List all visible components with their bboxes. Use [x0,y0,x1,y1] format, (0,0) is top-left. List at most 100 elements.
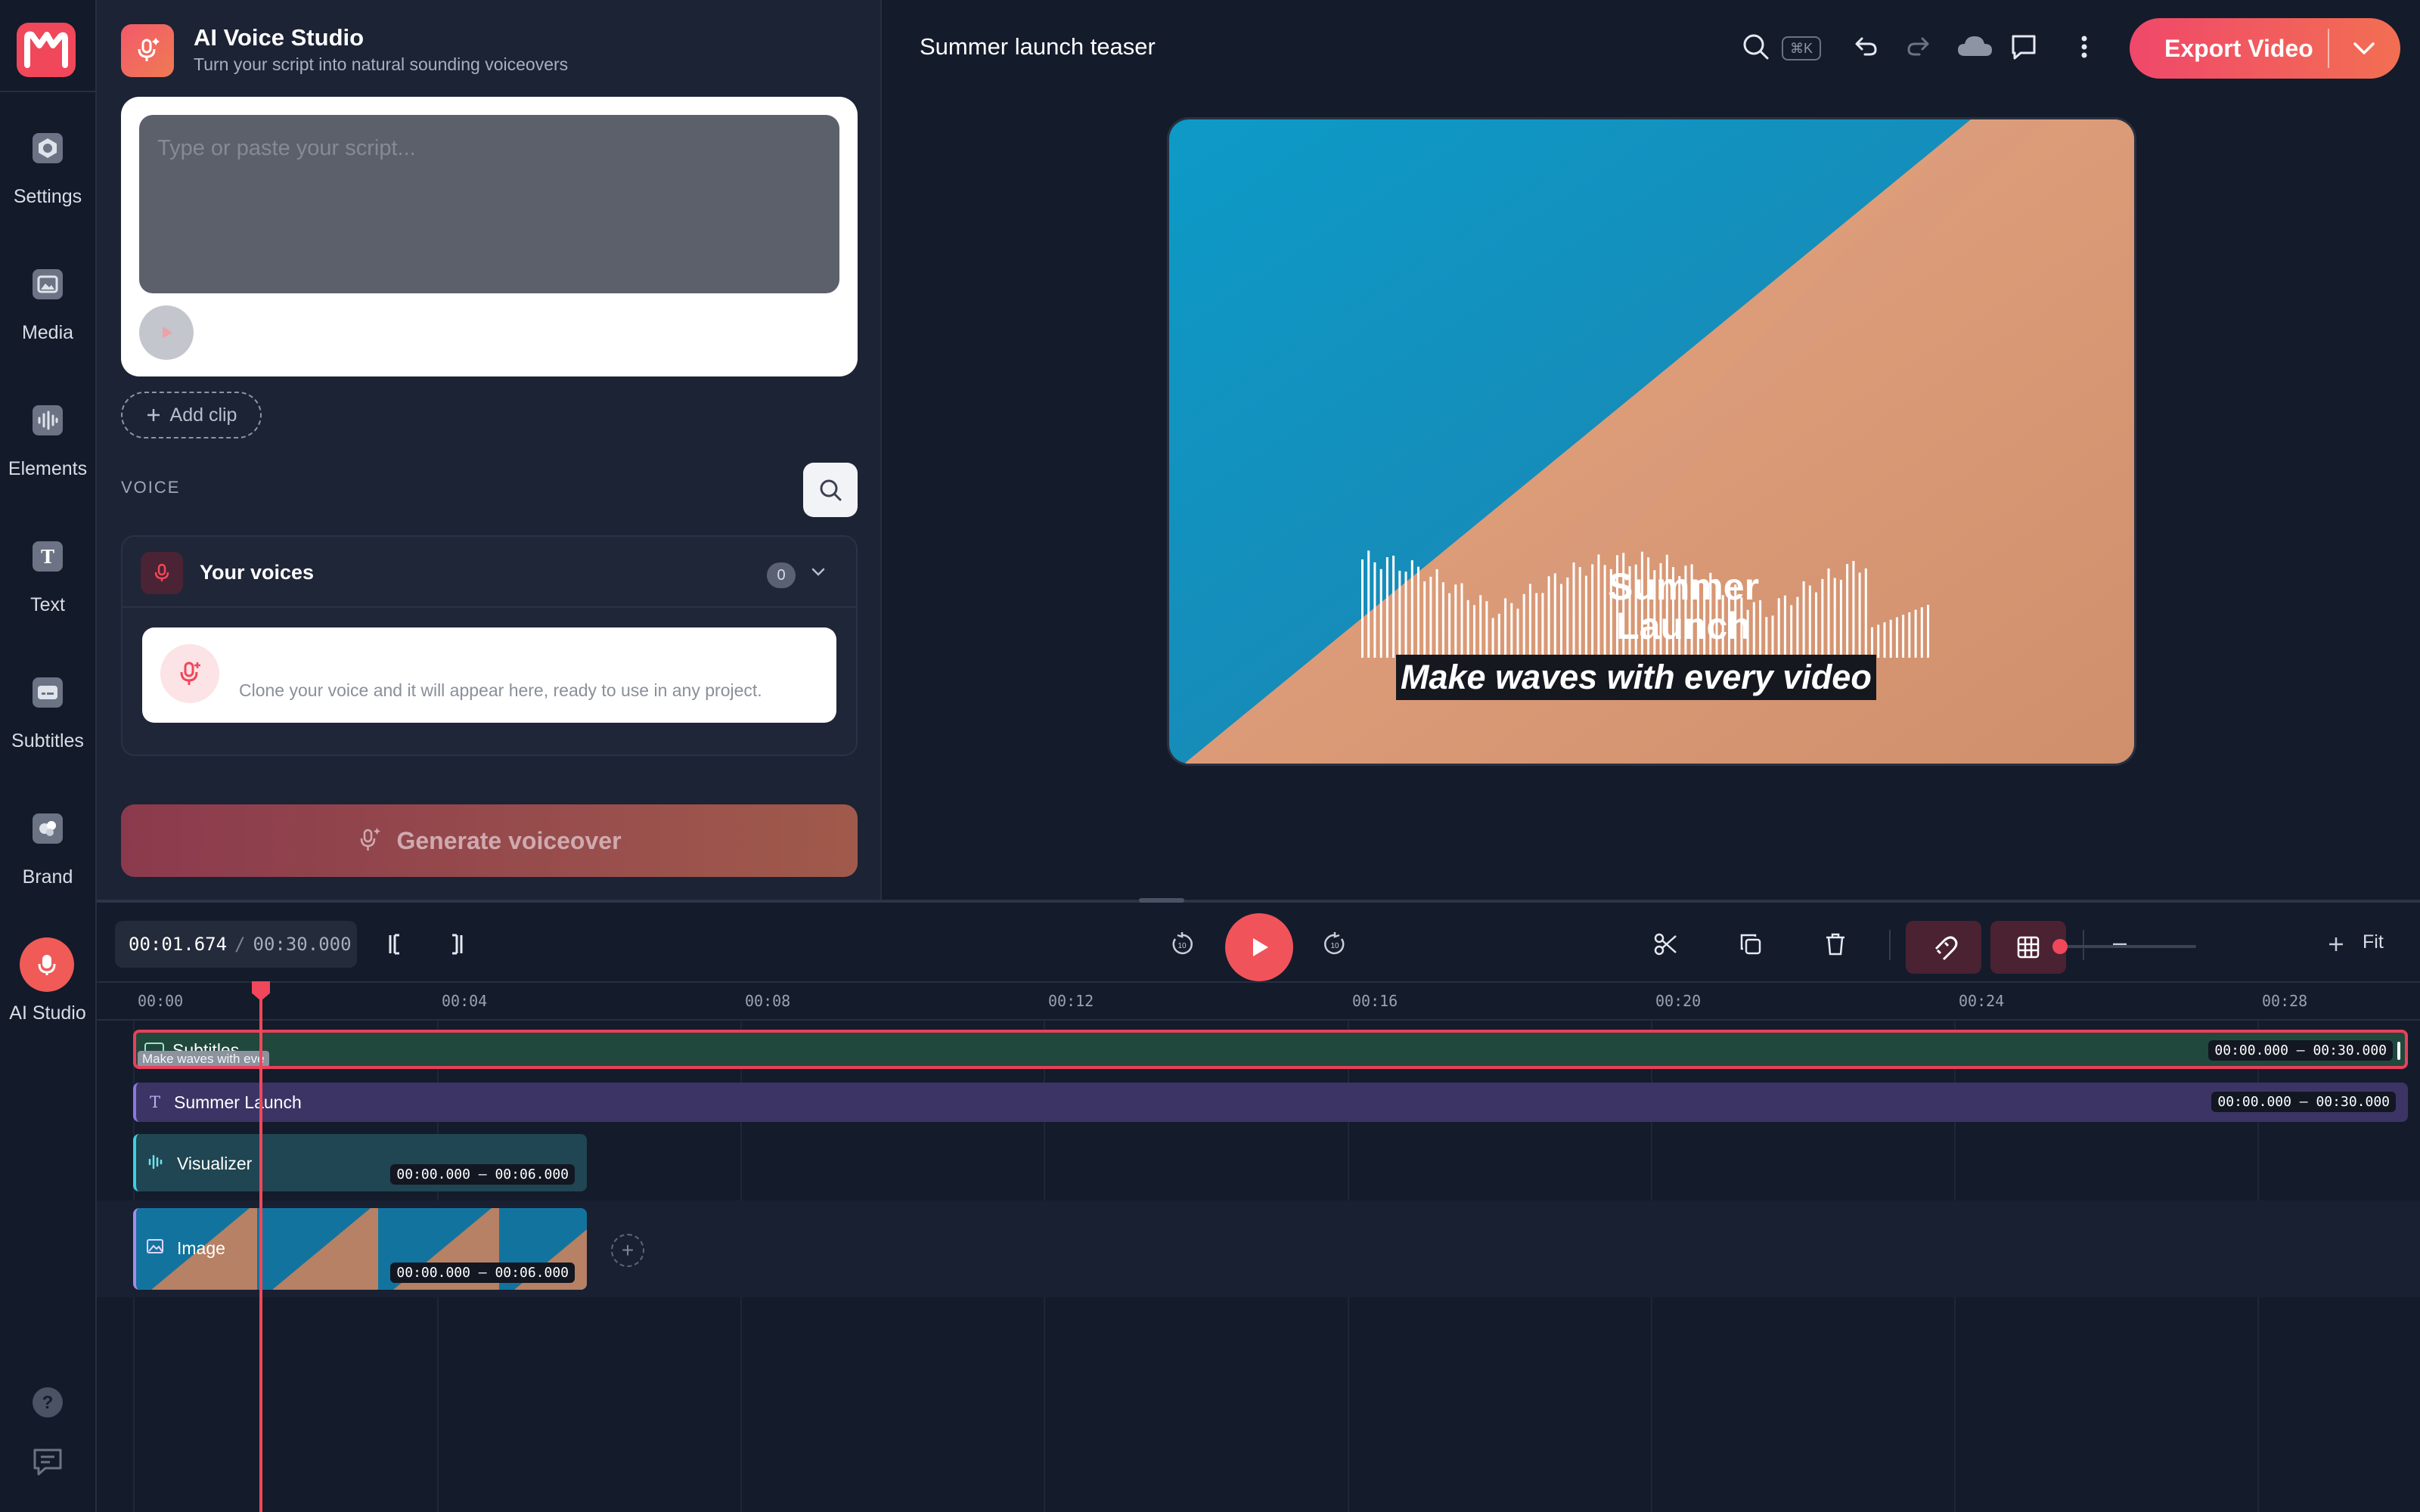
chevron-down-icon[interactable] [808,561,829,582]
subtitles-track-range: 00:00.000 – 00:30.000 [2208,1040,2393,1061]
magnet-snap-toggle[interactable] [1906,921,1981,974]
media-icon [33,269,63,299]
feedback-icon[interactable] [30,1444,65,1479]
scissors-icon [1654,933,1677,956]
visualizer-bar [1864,568,1867,658]
rail-item-settings[interactable]: Settings [0,133,95,246]
voice-search-button[interactable] [803,463,858,517]
visualizer-track-clip[interactable]: Visualizer 00:00.000 – 00:06.000 [133,1134,587,1191]
visualizer-bar [1902,615,1905,658]
trim-end-button[interactable] [439,927,473,962]
comments-button[interactable] [2007,30,2040,64]
zoom-fit-button[interactable]: Fit [2363,931,2384,953]
duplicate-icon [1740,934,1761,955]
left-rail: Settings Media Elements T Text Subtitles… [0,0,97,1512]
export-video-button[interactable]: Export Video [2130,18,2400,79]
visualizer-track-range: 00:00.000 – 00:06.000 [390,1164,575,1185]
text-track-range: 00:00.000 – 00:30.000 [2211,1092,2396,1112]
clone-voice-hint: Clone your voice and it will appear here… [239,680,762,700]
playhead[interactable] [259,983,262,1512]
help-icon[interactable]: ? [30,1385,65,1420]
text-track-name: Summer Launch [174,1092,302,1112]
add-clip-button[interactable]: Add clip [121,392,262,438]
visualizer-bar [1491,618,1494,658]
microphone-icon [141,552,183,594]
generate-voiceover-button[interactable]: Generate voiceover [121,804,858,877]
rail-item-brand[interactable]: Brand [0,813,95,927]
script-play-button[interactable] [139,305,194,360]
delete-button[interactable] [1818,927,1853,962]
rail-item-subtitles[interactable]: Subtitles [0,677,95,791]
video-preview[interactable]: Summer Launch Make waves with every vide… [1169,119,2134,764]
tick-label: 00:04 [442,992,488,1010]
visualizer-bar [1460,583,1463,658]
redo-button[interactable] [1903,30,1936,64]
zoom-slider[interactable] [2060,945,2196,948]
subtitles-track-clip[interactable]: Subtitles Make waves with eve 00:00.000 … [133,1030,2408,1069]
trim-handle[interactable] [2397,1042,2400,1060]
more-options-button[interactable] [2068,30,2101,64]
image-icon [147,1239,163,1253]
split-button[interactable] [1649,927,1683,962]
trash-icon [1826,933,1844,956]
divider [123,606,856,608]
subtitle-snippet: Make waves with eve [138,1051,269,1066]
image-track-range: 00:00.000 – 00:06.000 [390,1263,575,1283]
script-card: Type or paste your script... [121,97,858,376]
play-button[interactable] [1225,913,1293,981]
clone-voice-card[interactable]: Clone your voice and it will appear here… [142,627,836,723]
visualizer-bar [1895,617,1898,658]
trim-start-icon [389,934,399,955]
zoom-in-button[interactable] [2319,927,2353,962]
project-title[interactable]: Summer launch teaser [920,33,1156,60]
undo-button[interactable] [1848,30,1882,64]
voice-section-label: VOICE [121,478,181,497]
plus-icon [2329,937,2343,951]
visualizer-bar [1802,581,1805,658]
rail-item-text[interactable]: T Text [0,541,95,655]
script-input[interactable]: Type or paste your script... [139,115,839,293]
your-voices-card: Your voices 0 Clone your voice and it wi… [121,535,858,756]
rail-item-media[interactable]: Media [0,269,95,383]
timeline-ruler[interactable]: 00:00 00:04 00:08 00:12 00:16 00:20 00:2… [97,983,2420,1021]
visualizer-bar [1410,560,1413,658]
zoom-out-button[interactable] [2102,927,2137,962]
preview-subtitle-text[interactable]: Make waves with every video [1396,655,1876,700]
app-logo[interactable] [17,23,76,77]
zoom-slider-knob[interactable] [2052,939,2068,954]
rewind-button[interactable]: 10 [1165,927,1199,962]
visualizer-bar [1541,593,1544,658]
visualizer-bar [1858,572,1861,658]
add-clip-label: Add clip [169,404,237,426]
redo-icon [1907,37,1929,56]
your-voices-title[interactable]: Your voices [200,561,314,584]
search-button[interactable] [1739,30,1773,64]
rail-label: Subtitles [11,730,84,751]
rail-divider [0,91,95,92]
visualizer-bar [1516,609,1519,658]
visualizer-bar [1871,627,1873,658]
text-icon: T [33,541,63,572]
trim-start-button[interactable] [378,927,413,962]
tick-label: 00:12 [1048,992,1094,1010]
microphone-plus-icon [160,644,219,703]
preview-title-text[interactable]: Summer Launch [1570,567,1797,646]
cloud-sync-status[interactable] [1954,30,1996,64]
forward-button[interactable]: 10 [1317,927,1352,962]
comment-icon [2012,35,2036,60]
duplicate-button[interactable] [1733,927,1768,962]
visualizer-bar [1385,557,1388,658]
svg-text:?: ? [42,1393,54,1413]
rail-item-elements[interactable]: Elements [0,405,95,519]
rail-item-ai-studio[interactable]: AI Studio [0,937,95,1063]
brand-icon [33,813,63,844]
add-track-button[interactable]: + [611,1234,644,1267]
visualizer-bar [1553,573,1556,658]
chevron-down-icon[interactable] [2349,35,2379,62]
visualizer-bar [1846,564,1849,658]
elements-icon [33,405,63,435]
text-track-clip[interactable]: T Summer Launch 00:00.000 – 00:30.000 [133,1083,2408,1122]
visualizer-bar [1883,622,1886,658]
tick-label: 00:08 [745,992,791,1010]
image-track-clip[interactable]: Image 00:00.000 – 00:06.000 [133,1208,587,1290]
